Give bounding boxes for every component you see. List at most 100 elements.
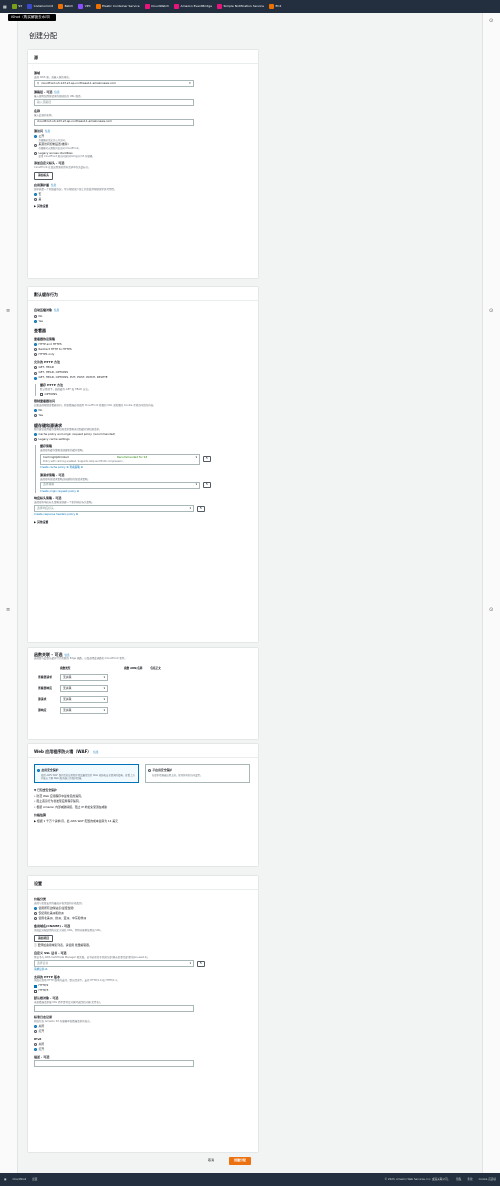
radio-button[interactable] [34, 414, 37, 418]
aws-menu-icon[interactable]: ▦ [3, 4, 7, 9]
info-circle-icon[interactable]: ⊙ [489, 607, 493, 614]
radio-option[interactable]: Cache policy and origin request policy (… [34, 432, 252, 437]
radio-option[interactable]: Redirect HTTP to HTTPS [34, 347, 252, 352]
checkbox[interactable] [34, 984, 37, 988]
radio-button[interactable] [34, 353, 37, 357]
view-policy-link[interactable]: 查看策略 [69, 466, 79, 469]
radio-option[interactable]: Legacy access identities 使用 CloudFront 源访… [34, 151, 252, 159]
service-shortcut[interactable]: S3 [11, 4, 22, 9]
service-shortcut[interactable]: Amazon EventBridge [174, 4, 212, 9]
radio-option[interactable]: Yes [34, 319, 252, 324]
radio-button[interactable] [34, 1025, 37, 1029]
feedback-link[interactable]: 反馈 [32, 1178, 37, 1181]
radio-option[interactable]: Yes [34, 413, 252, 418]
radio-option[interactable]: Legacy cache settings [34, 437, 252, 442]
radio-button[interactable] [34, 1030, 37, 1034]
refresh-icon[interactable]: ↻ [203, 482, 211, 489]
info-circle-icon[interactable]: ⊙ [489, 18, 493, 25]
origin-request-policy-select[interactable]: 选择策略 ▾ [40, 481, 200, 489]
radio-button[interactable] [34, 314, 37, 318]
radio-button[interactable] [34, 912, 37, 916]
ssl-cert-select[interactable]: 选择证书 ▾ [34, 960, 194, 968]
create-cache-policy-link[interactable]: Create cache policy [40, 466, 66, 469]
info-link[interactable]: 信息 [54, 91, 59, 94]
radio-option[interactable]: GET, HEAD, OPTIONS, PUT, POST, PATCH, DE… [34, 376, 252, 380]
additional-settings-toggle[interactable]: ▶ 其他设置 [34, 520, 252, 525]
radio-button[interactable] [34, 143, 37, 147]
radio-option[interactable]: 打开 [34, 1047, 252, 1052]
request-cert-link[interactable]: 请求证书 [34, 968, 44, 971]
add-item-button[interactable]: 添加项目 [34, 934, 54, 943]
radio-option[interactable]: 来源访问控制设置(推荐) 存储桶可以限制为仅访问 CloudFront。 [34, 143, 252, 150]
info-link[interactable]: 信息 [45, 130, 50, 133]
radio-button[interactable] [34, 371, 37, 375]
radio-option[interactable]: 否 [34, 192, 252, 197]
radio-button[interactable] [34, 348, 37, 352]
checkbox[interactable] [34, 989, 37, 993]
create-distribution-button[interactable]: 创建分配 [229, 1157, 252, 1165]
function-type-select[interactable]: 无关联 ▾ [56, 683, 112, 694]
service-shortcut[interactable]: Elastic Container Service [95, 4, 140, 9]
menu-icon[interactable]: ≡ [6, 607, 10, 614]
cloudshell-icon[interactable]: ▣ [4, 1178, 6, 1181]
cancel-button[interactable]: 取消 [208, 1158, 214, 1163]
radio-button[interactable] [34, 343, 37, 347]
included-protections-toggle[interactable]: ▼ 已包含安全保护 [34, 788, 252, 793]
radio-option[interactable]: 公开 存储桶必须允许公开访问。 [34, 134, 252, 142]
radio-button[interactable] [34, 409, 37, 413]
function-type-select[interactable]: 无关联 ▾ [56, 672, 112, 683]
radio-button[interactable] [148, 769, 151, 773]
radio-button[interactable] [37, 769, 40, 773]
radio-option[interactable]: HTTP and HTTPS [34, 342, 252, 347]
add-header-button[interactable]: 添加标头 [34, 172, 54, 181]
service-shortcut[interactable]: EC2 [268, 4, 281, 9]
info-circle-icon[interactable]: ⊙ [489, 308, 493, 315]
radio-option[interactable]: 仅使用北美洲和欧洲 [34, 911, 252, 916]
refresh-icon[interactable]: ↻ [197, 505, 205, 512]
radio-option[interactable]: HTTPS only [34, 353, 252, 357]
radio-button[interactable] [34, 366, 37, 370]
origin-name-input[interactable]: cloudfront-s3-123.s3.ap-northeast-1.amaz… [34, 118, 194, 126]
origin-domain-input[interactable]: ⚲ cloudfront-s3-123.s3.ap-northeast-1.ama… [34, 80, 194, 88]
radio-option[interactable]: 使用所有边缘站点(最佳性能) [34, 906, 252, 911]
description-input[interactable] [34, 1059, 194, 1067]
info-link[interactable]: 信息 [93, 751, 98, 754]
radio-button[interactable] [34, 151, 37, 155]
additional-settings-toggle[interactable]: ▶ 其他设置 [34, 205, 252, 209]
cookie-preferences-link[interactable]: Cookie 首选项 [479, 1178, 496, 1181]
enable-protection-card[interactable]: 启用安全保护 使用 AWS WAF 保护您的应用程序免受最常见的 Web 威胁和… [34, 764, 139, 784]
radio-button[interactable] [34, 192, 37, 196]
response-headers-select[interactable]: 选择响应标头 ▾ [34, 505, 194, 513]
radio-option[interactable]: 关闭 [34, 1024, 252, 1029]
privacy-link[interactable]: 隐私 [456, 1178, 461, 1181]
terms-link[interactable]: 条款 [467, 1178, 472, 1181]
refresh-icon[interactable]: ↻ [203, 456, 211, 463]
cloudshell-link[interactable]: CloudShell [12, 1178, 26, 1181]
info-link[interactable]: 信息 [54, 309, 59, 312]
radio-option[interactable]: 关闭 [34, 1042, 252, 1047]
service-shortcut[interactable]: CloudWatch [144, 4, 169, 9]
radio-option[interactable]: No [34, 314, 252, 319]
checkbox-option[interactable]: HTTP/2 [34, 984, 252, 988]
create-response-headers-link[interactable]: Create response headers policy [34, 513, 75, 516]
checkbox-option[interactable]: HTTP/3 [34, 989, 252, 993]
service-shortcut[interactable]: Simple Notification Service [217, 4, 264, 9]
radio-button[interactable] [34, 1048, 37, 1052]
cache-policy-select[interactable]: CachingOptimized Recommended for S3 ▾ Poli… [40, 453, 200, 466]
options-checkbox[interactable]: OPTIONS [40, 392, 252, 397]
menu-icon[interactable]: ≡ [6, 308, 10, 315]
radio-option[interactable]: GET, HEAD [34, 366, 252, 370]
radio-button[interactable] [34, 907, 37, 911]
service-shortcut[interactable]: Batch [58, 4, 73, 9]
function-type-select[interactable]: 无关联 ▾ [56, 694, 112, 705]
clear-icon[interactable]: ✕ [189, 81, 191, 86]
radio-option[interactable]: 打开 [34, 1029, 252, 1034]
radio-option[interactable]: 使用北美洲、欧洲、亚洲、中东和非洲 [34, 916, 252, 921]
radio-option[interactable]: GET, HEAD, OPTIONS [34, 371, 252, 375]
radio-button[interactable] [34, 198, 37, 202]
service-shortcut[interactable]: VPC [78, 4, 91, 9]
function-type-select[interactable]: 无关联 ▾ [56, 705, 112, 716]
radio-button[interactable] [34, 376, 37, 380]
radio-option[interactable]: No [34, 408, 252, 413]
radio-button[interactable] [34, 917, 37, 921]
